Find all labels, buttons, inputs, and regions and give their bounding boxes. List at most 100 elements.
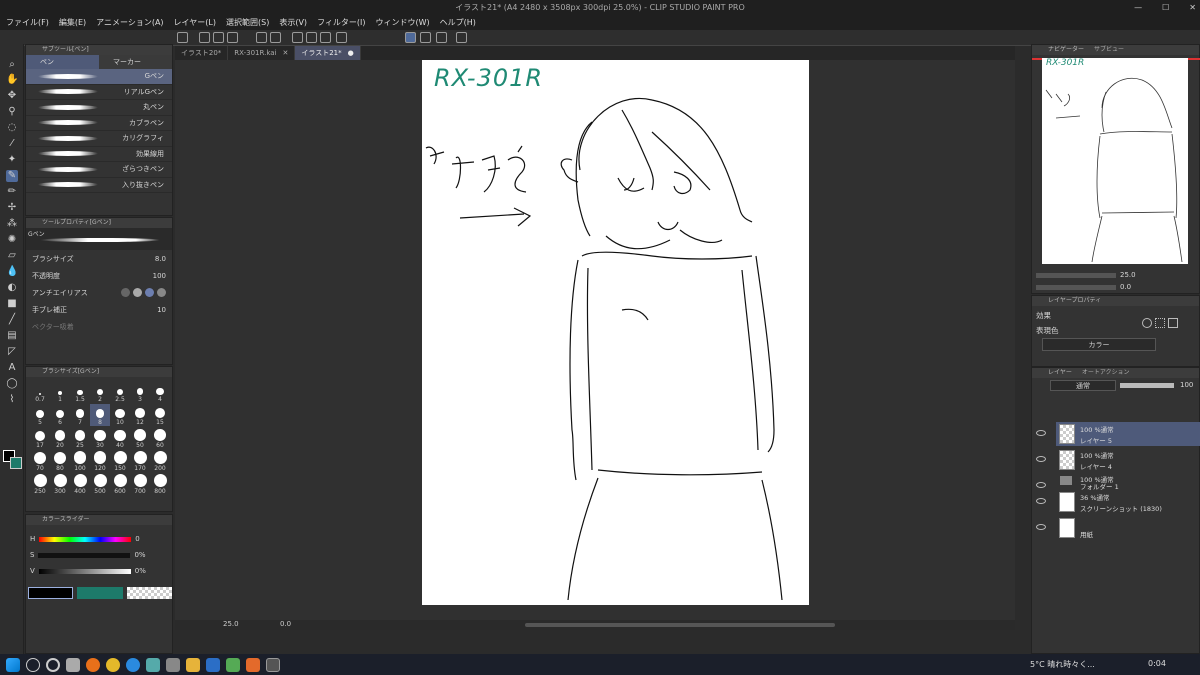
tab-subview[interactable]: サブビュー <box>1094 45 1124 55</box>
brush-size-cell[interactable]: 60 <box>150 427 170 449</box>
brush-size-cell[interactable]: 300 <box>50 473 70 495</box>
magic-wand-tool-icon[interactable]: ✦ <box>6 154 18 166</box>
undo-icon[interactable] <box>256 32 267 43</box>
brush-size-cell[interactable]: 17 <box>30 427 50 449</box>
sub-color-chip[interactable] <box>77 587 123 599</box>
operation-tool-icon[interactable]: ⚲ <box>6 106 18 118</box>
app-icon[interactable] <box>146 657 160 672</box>
edge-icon[interactable] <box>126 657 140 672</box>
brush-size-cell[interactable]: 12 <box>130 404 150 426</box>
navigator-zoom-row[interactable]: 25.0 <box>1036 271 1136 279</box>
balloon-tool-icon[interactable]: ◯ <box>6 378 18 390</box>
brush-size-cell[interactable]: 8 <box>90 404 110 426</box>
deselect-icon[interactable] <box>292 32 303 43</box>
layer-color-icon[interactable] <box>1168 318 1178 328</box>
visibility-eye-icon[interactable] <box>1036 430 1046 436</box>
text-tool-icon[interactable]: A <box>6 362 18 374</box>
menu-help[interactable]: ヘルプ(H) <box>440 17 476 28</box>
mail-icon[interactable] <box>206 657 220 672</box>
navigator-thumbnail[interactable]: RX-301R <box>1042 58 1188 264</box>
brush-size-cell[interactable]: 200 <box>150 450 170 472</box>
layer-opacity-slider[interactable] <box>1120 383 1174 388</box>
brush-size-cell[interactable]: 2 <box>90 381 110 403</box>
menu-window[interactable]: ウィンドウ(W) <box>376 17 430 28</box>
brush-size-cell[interactable]: 600 <box>110 473 130 495</box>
brush-item[interactable]: リアルGペン <box>26 85 172 100</box>
hue-slider-row[interactable]: H 0 <box>26 531 172 547</box>
brush-item[interactable]: 丸ペン <box>26 100 172 116</box>
ruler-tool-icon[interactable]: ◸ <box>6 346 18 358</box>
brush-size-cell[interactable]: 80 <box>50 450 70 472</box>
brush-size-cell[interactable]: 150 <box>110 450 130 472</box>
brush-size-cell[interactable]: 10 <box>110 404 130 426</box>
stabilizer-value[interactable]: 10 <box>157 306 166 314</box>
tab-pen[interactable]: ペン <box>26 55 99 69</box>
canvas-paper[interactable]: RX-301R <box>422 60 809 605</box>
windows-start-icon[interactable] <box>6 657 20 672</box>
brush-size-cell[interactable]: 30 <box>90 427 110 449</box>
blend-tool-icon[interactable]: 💧 <box>6 266 18 278</box>
layer-row[interactable]: 100 %通常 フォルダー 1 <box>1056 474 1200 491</box>
menu-animation[interactable]: アニメーション(A) <box>96 17 163 28</box>
brush-size-row[interactable]: ブラシサイズ 8.0 <box>26 250 172 267</box>
visibility-eye-icon[interactable] <box>1036 498 1046 504</box>
saturation-slider[interactable] <box>38 552 131 558</box>
antialias-options[interactable] <box>121 288 166 297</box>
visibility-eye-icon[interactable] <box>1036 482 1046 488</box>
redo-icon[interactable] <box>270 32 281 43</box>
menu-layer[interactable]: レイヤー(L) <box>174 17 216 28</box>
brush-item[interactable]: 効果線用 <box>26 147 172 162</box>
pen-tool-icon[interactable]: ✎ <box>6 170 18 182</box>
transparent-color-chip[interactable] <box>126 587 173 599</box>
home-icon[interactable] <box>177 32 188 43</box>
tab-auto-action[interactable]: オートアクション <box>1082 368 1130 378</box>
tone-effect-icon[interactable] <box>1155 318 1165 328</box>
opacity-value[interactable]: 100 <box>153 272 166 280</box>
fill-tool-icon[interactable]: ◐ <box>6 282 18 294</box>
hue-slider[interactable] <box>39 536 132 542</box>
border-effect-icon[interactable] <box>1142 318 1152 328</box>
brush-size-cell[interactable]: 2.5 <box>110 381 130 403</box>
eyedropper-tool-icon[interactable]: ⁄ <box>6 138 18 150</box>
maximize-button[interactable]: ☐ <box>1162 0 1169 15</box>
cortana-icon[interactable] <box>46 657 60 672</box>
file-explorer-icon[interactable] <box>186 657 200 672</box>
fill-icon[interactable] <box>320 32 331 43</box>
menu-filter[interactable]: フィルター(I) <box>317 17 365 28</box>
navigator-angle-row[interactable]: 0.0 <box>1036 283 1131 291</box>
lasso-tool-icon[interactable]: ◌ <box>6 122 18 134</box>
layer-opacity-value[interactable]: 100 <box>1180 381 1193 389</box>
layer-row[interactable]: 36 %通常 スクリーンショット (1830) <box>1056 490 1200 514</box>
move-tool-icon[interactable]: ✥ <box>6 90 18 102</box>
brush-item[interactable]: カリグラフィ <box>26 131 172 147</box>
brush-size-cell[interactable]: 120 <box>90 450 110 472</box>
brush-size-cell[interactable]: 170 <box>130 450 150 472</box>
aa-none-icon[interactable] <box>121 288 130 297</box>
color-mode-select[interactable]: カラー <box>1042 338 1156 351</box>
new-file-icon[interactable] <box>199 32 210 43</box>
menu-view[interactable]: 表示(V) <box>279 17 307 28</box>
zoom-value[interactable]: 25.0 <box>223 620 239 628</box>
layer-row[interactable]: 用紙 <box>1056 516 1200 540</box>
tab-rx301r[interactable]: RX-301R.kai ✕ <box>228 46 296 60</box>
app-icon[interactable] <box>246 657 260 672</box>
minimize-button[interactable]: — <box>1134 0 1142 15</box>
app-icon[interactable] <box>166 657 180 672</box>
menu-file[interactable]: ファイル(F) <box>6 17 49 28</box>
value-slider[interactable] <box>38 568 131 574</box>
brush-size-cell[interactable]: 1.5 <box>70 381 90 403</box>
tab-marker[interactable]: マーカー <box>99 55 172 69</box>
frame-tool-icon[interactable]: ▤ <box>6 330 18 342</box>
search-icon[interactable] <box>26 657 40 672</box>
photos-icon[interactable] <box>226 657 240 672</box>
saturation-slider-row[interactable]: S 0% <box>26 547 172 563</box>
airbrush-tool-icon[interactable]: ⁂ <box>6 218 18 230</box>
snap-special-ruler-icon[interactable] <box>420 32 431 43</box>
brush-size-cell[interactable]: 700 <box>130 473 150 495</box>
task-view-icon[interactable] <box>66 657 80 672</box>
angle-value[interactable]: 0.0 <box>280 620 291 628</box>
brush-size-cell[interactable]: 500 <box>90 473 110 495</box>
main-color-chip[interactable] <box>28 587 74 599</box>
brush-size-cell[interactable]: 0.7 <box>30 381 50 403</box>
visibility-eye-icon[interactable] <box>1036 456 1046 462</box>
